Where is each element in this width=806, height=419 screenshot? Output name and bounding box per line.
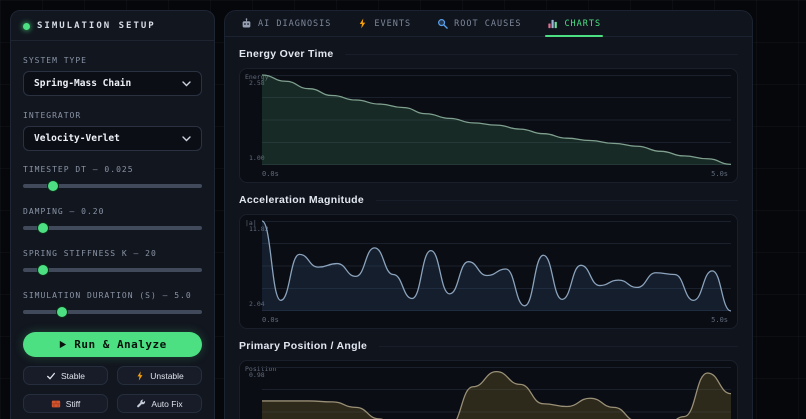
slider-thumb[interactable] — [36, 264, 49, 276]
x-max-label: 5.0s — [711, 316, 728, 324]
tab-label: AI DIAGNOSIS — [258, 18, 332, 29]
lightning-icon — [135, 370, 145, 381]
robot-icon — [241, 18, 252, 29]
tab-label: CHARTS — [564, 18, 602, 29]
run-analyze-label: Run & Analyze — [74, 338, 167, 351]
damping-slider[interactable] — [23, 221, 202, 235]
wrench-icon — [136, 399, 146, 409]
app-root: { "colors": { "accent": "#4ce083", "warn… — [0, 0, 806, 419]
integrator-value: Velocity-Verlet — [34, 133, 120, 144]
play-icon — [58, 340, 67, 349]
acceleration-chart: |a| 11.82 2.04 0.0s 5.0s — [239, 214, 738, 329]
stiff-label: Stiff — [65, 398, 81, 409]
stiffness-label: SPRING STIFFNESS K — 20 — [23, 249, 157, 258]
system-type-value: Spring-Mass Chain — [34, 78, 132, 89]
brick-icon — [51, 399, 61, 409]
system-type-label: SYSTEM TYPE — [23, 56, 87, 65]
duration-label: SIMULATION DURATION (S) — 5.0 — [23, 291, 192, 300]
panel-header: SIMULATION SETUP — [11, 11, 214, 41]
plot-area — [261, 220, 732, 312]
x-max-label: 5.0s — [711, 170, 728, 178]
x-min-label: 0.0s — [262, 170, 279, 178]
slider-track[interactable] — [23, 226, 202, 230]
tab-bar: AI DIAGNOSIS EVENTS ROOT CAUSES CHARTS — [225, 11, 752, 37]
slider-thumb[interactable] — [56, 306, 69, 318]
slider-thumb[interactable] — [36, 222, 49, 234]
stable-button[interactable]: Stable — [23, 366, 108, 385]
system-type-select[interactable]: Spring-Mass Chain — [23, 71, 202, 96]
acceleration-chart-title: Acceleration Magnitude — [239, 194, 738, 206]
unstable-label: Unstable — [150, 370, 184, 381]
run-analyze-button[interactable]: Run & Analyze — [23, 332, 202, 357]
chevron-down-icon — [182, 135, 191, 142]
slider-thumb[interactable] — [47, 180, 60, 192]
simulation-setup-panel: SIMULATION SETUP SYSTEM TYPE Spring-Mass… — [10, 10, 215, 419]
tab-label: EVENTS — [374, 18, 412, 29]
stiff-button[interactable]: Stiff — [23, 394, 108, 413]
status-dot-icon — [23, 22, 30, 30]
x-min-label: 0.0s — [262, 316, 279, 324]
stiffness-slider[interactable] — [23, 263, 202, 277]
tab-label: ROOT CAUSES — [454, 18, 522, 29]
slider-track[interactable] — [23, 268, 202, 272]
damping-label: DAMPING — 0.20 — [23, 207, 105, 216]
duration-slider[interactable] — [23, 305, 202, 319]
bar-chart-icon — [547, 18, 558, 29]
unstable-button[interactable]: Unstable — [117, 366, 202, 385]
lightning-icon — [357, 18, 368, 29]
integrator-label: INTEGRATOR — [23, 111, 82, 120]
energy-chart: Energy 2.58 1.00 0.0s 5.0s — [239, 68, 738, 183]
stable-label: Stable — [60, 370, 86, 381]
plot-area — [261, 74, 732, 166]
position-chart-title: Primary Position / Angle — [239, 340, 738, 352]
charts-tab-content: Energy Over Time Energy 2.58 1.00 0.0s 5… — [225, 48, 752, 419]
auto-fix-button[interactable]: Auto Fix — [117, 394, 202, 413]
magnifier-icon — [437, 18, 448, 29]
timestep-slider[interactable] — [23, 179, 202, 193]
integrator-select[interactable]: Velocity-Verlet — [23, 126, 202, 151]
plot-area — [262, 367, 732, 419]
chevron-down-icon — [182, 80, 191, 87]
panel-title: SIMULATION SETUP — [37, 21, 156, 31]
energy-chart-title: Energy Over Time — [239, 48, 738, 60]
analysis-panel: AI DIAGNOSIS EVENTS ROOT CAUSES CHARTS E… — [224, 10, 753, 419]
status-button-grid: Stable Unstable Stiff Auto Fix — [23, 366, 202, 413]
timestep-label: TIMESTEP DT — 0.025 — [23, 165, 134, 174]
auto-fix-label: Auto Fix — [151, 398, 183, 409]
tab-charts[interactable]: CHARTS — [545, 11, 603, 37]
check-icon — [46, 371, 56, 381]
slider-track[interactable] — [23, 310, 202, 314]
position-chart: Position 0.98 — [239, 360, 738, 419]
tab-root-causes[interactable]: ROOT CAUSES — [437, 11, 521, 36]
tab-events[interactable]: EVENTS — [357, 11, 411, 36]
tab-ai-diagnosis[interactable]: AI DIAGNOSIS — [241, 11, 331, 36]
